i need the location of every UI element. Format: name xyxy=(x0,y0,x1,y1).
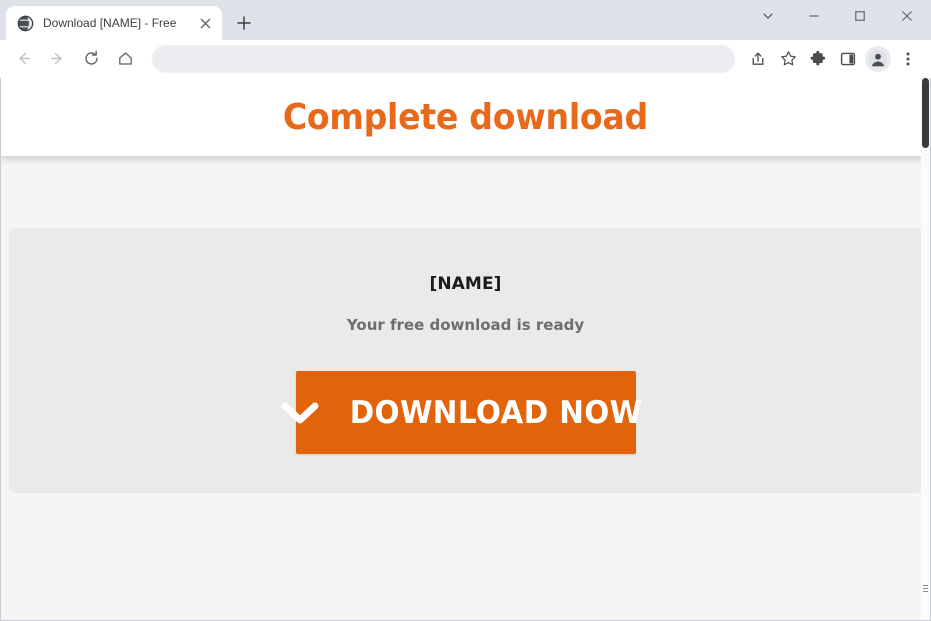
address-bar[interactable] xyxy=(152,44,735,73)
page-header: Complete download xyxy=(1,78,930,156)
page-body: [NAME] Your free download is ready DOWNL… xyxy=(1,156,930,620)
tab-search-chevron-down-icon[interactable] xyxy=(745,0,791,32)
tab-strip: Download [NAME] - Free xyxy=(0,0,931,40)
extensions-puzzle-icon[interactable] xyxy=(805,46,831,72)
page-scrollbar[interactable] xyxy=(921,78,930,620)
reload-icon[interactable] xyxy=(77,45,105,73)
globe-icon xyxy=(17,15,34,32)
scrollbar-thumb[interactable] xyxy=(922,78,929,148)
tab-title: Download [NAME] - Free xyxy=(43,16,177,30)
page-viewport: Complete download [NAME] Your free downl… xyxy=(0,78,931,621)
browser-tab[interactable]: Download [NAME] - Free xyxy=(6,6,222,40)
new-tab-button[interactable] xyxy=(230,9,258,37)
download-now-button[interactable]: DOWNLOAD NOW xyxy=(281,371,643,454)
file-name: [NAME] xyxy=(429,274,502,294)
window-controls xyxy=(745,0,931,32)
arrow-left-icon[interactable] xyxy=(9,45,37,73)
more-menu-icon[interactable] xyxy=(895,46,921,72)
arrow-right-icon[interactable] xyxy=(43,45,71,73)
download-status-text: Your free download is ready xyxy=(346,316,585,334)
chevron-down-icon xyxy=(280,393,320,433)
side-panel-icon[interactable] xyxy=(835,46,861,72)
resize-grip[interactable] xyxy=(923,585,928,594)
close-icon[interactable] xyxy=(196,14,214,32)
minimize-icon[interactable] xyxy=(791,0,837,32)
share-icon[interactable] xyxy=(745,46,771,72)
browser-window: Download [NAME] - Free Complete download… xyxy=(0,0,931,621)
browser-toolbar xyxy=(0,40,931,78)
page-title: Complete download xyxy=(282,96,649,138)
window-close-icon[interactable] xyxy=(883,0,931,32)
download-card: [NAME] Your free download is ready DOWNL… xyxy=(9,228,922,493)
profile-avatar-icon[interactable] xyxy=(865,45,891,72)
home-icon[interactable] xyxy=(111,45,139,73)
maximize-icon[interactable] xyxy=(837,0,883,32)
download-now-label: DOWNLOAD NOW xyxy=(350,394,643,431)
bookmark-star-icon[interactable] xyxy=(775,46,801,72)
